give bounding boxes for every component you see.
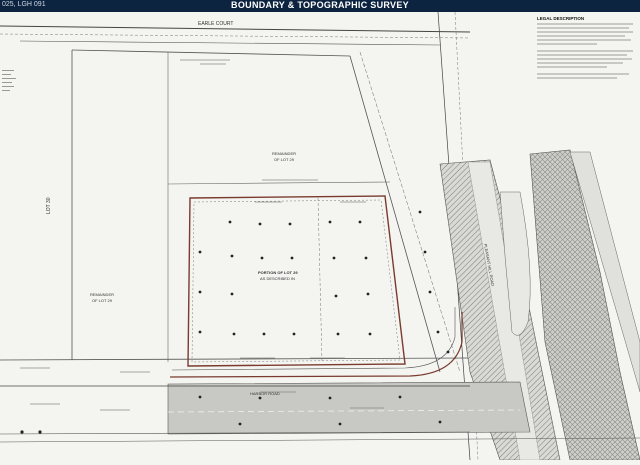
left-margin-notes	[2, 67, 18, 94]
lot-30-label: LOT 30	[46, 197, 52, 214]
portion-label-line2: AS DESCRIBED IN	[260, 276, 295, 281]
dimension-annotations	[20, 59, 384, 411]
legal-description-block: LEGAL DESCRIPTION	[537, 16, 637, 81]
title-bar: 025, LGH 091 BOUNDARY & TOPOGRAPHIC SURV…	[0, 0, 640, 12]
harbor-road-label: HARBOR ROAD	[250, 391, 280, 396]
earle-court-label: EARLE COURT	[198, 21, 233, 27]
portion-label-line1: PORTION OF LOT 29	[258, 270, 298, 275]
remainder-top-sub-label: OF LOT 29	[274, 157, 295, 162]
remainder-left-label: REMAINDER	[90, 292, 114, 297]
subject-parcel	[187, 195, 406, 367]
remainder-top-label: REMAINDER	[272, 151, 296, 156]
legal-description-heading: LEGAL DESCRIPTION	[537, 16, 585, 21]
earle-court-road	[0, 25, 471, 46]
document-title: BOUNDARY & TOPOGRAPHIC SURVEY	[231, 0, 409, 10]
remainder-left-sub-label: OF LOT 29	[92, 298, 113, 303]
